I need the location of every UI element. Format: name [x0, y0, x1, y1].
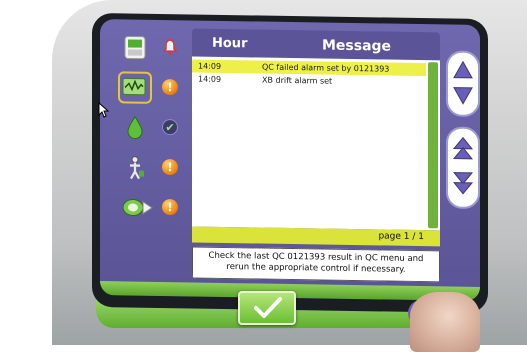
scroll-up-button[interactable]	[452, 59, 474, 81]
screen-frame: ! ✔ ! ! Hour Message 14:09 QC failed ala…	[92, 12, 488, 314]
sidebar-item-maintenance[interactable]: !	[108, 153, 186, 188]
maintenance-person-icon[interactable]	[120, 153, 150, 181]
help-text-box: Check the last QC 0121393 result in QC m…	[192, 246, 440, 283]
row-message: XB drift alarm set	[262, 75, 333, 86]
reagent-drop-icon[interactable]	[120, 113, 150, 141]
page-indicator: page 1 / 1	[378, 231, 424, 243]
ok-check-icon: ✔	[162, 118, 178, 136]
page-down-button[interactable]	[452, 171, 474, 195]
table-row[interactable]: 14:09 XB drift alarm set	[192, 72, 426, 89]
column-header-message: Message	[322, 37, 392, 55]
pagination-bar: page 1 / 1	[192, 226, 440, 247]
scroll-page-group	[446, 126, 480, 209]
table-header: Hour Message	[192, 28, 440, 61]
warning-icon: !	[162, 158, 178, 176]
warning-icon: !	[162, 198, 178, 216]
sidebar-item-analyzer[interactable]	[108, 33, 186, 68]
scroll-down-button[interactable]	[452, 85, 474, 107]
row-time: 14:09	[198, 74, 222, 84]
message-list: 14:09 QC failed alarm set by 0121393 14:…	[192, 56, 440, 231]
scroll-controls	[446, 50, 480, 209]
confirm-button[interactable]	[238, 291, 296, 325]
page-up-button[interactable]	[452, 136, 474, 160]
waveform-monitor-icon[interactable]	[118, 71, 152, 104]
sidebar: ! ✔ ! !	[108, 29, 186, 240]
sidebar-item-monitor[interactable]: !	[108, 71, 186, 108]
scroll-single-group	[446, 50, 480, 117]
alarm-bell-icon	[162, 39, 178, 55]
sidebar-item-reagent[interactable]: ✔	[108, 113, 186, 148]
sidebar-item-sample[interactable]: !	[108, 193, 186, 228]
row-time: 14:09	[198, 61, 222, 71]
analyzer-icon[interactable]	[120, 33, 150, 61]
column-header-hour: Hour	[212, 35, 248, 52]
warning-icon: !	[162, 78, 178, 96]
screen: ! ✔ ! ! Hour Message 14:09 QC failed ala…	[100, 19, 480, 301]
alarm-message-panel: Hour Message 14:09 QC failed alarm set b…	[192, 28, 440, 283]
list-scrollbar[interactable]	[428, 62, 438, 229]
mouse-cursor-icon	[98, 102, 110, 118]
pressing-finger	[410, 292, 480, 352]
sample-tube-icon[interactable]	[120, 193, 153, 221]
